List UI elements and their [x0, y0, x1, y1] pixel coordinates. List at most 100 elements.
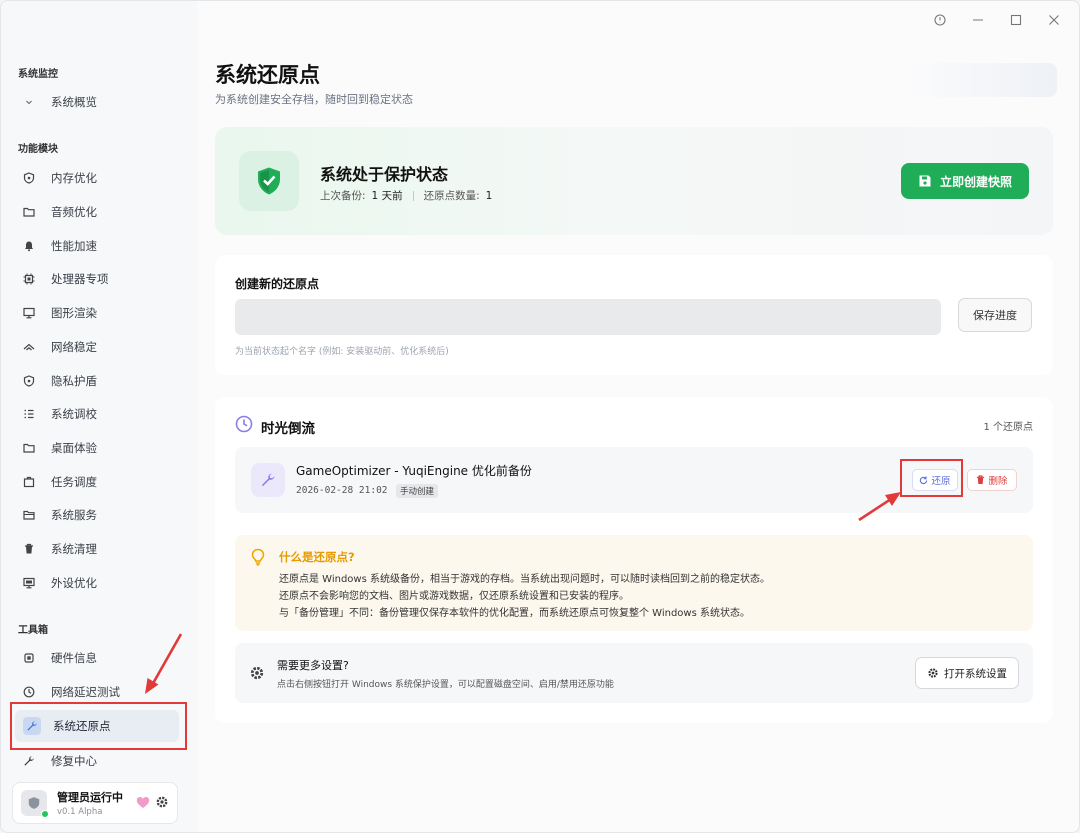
sidebar-item-cleanup[interactable]: 系统清理 [21, 536, 181, 562]
sidebar-item-audio[interactable]: 音频优化 [21, 199, 181, 225]
sidebar-item-label: 网络延迟测试 [51, 685, 120, 699]
shield-check-icon [258, 167, 280, 195]
info-box: 什么是还原点? 还原点是 Windows 系统级备份，相当于游戏的存档。当系统出… [235, 535, 1033, 631]
sidebar-item-label: 任务调度 [51, 475, 97, 489]
settings-description: 点击右侧按钮打开 Windows 系统保护设置，可以配置磁盘空间、启用/禁用还原… [277, 680, 614, 690]
sidebar-item-desktop[interactable]: 桌面体验 [21, 435, 181, 461]
sidebar-item-label: 处理器专项 [51, 272, 109, 286]
sidebar-item-label: 音频优化 [51, 205, 97, 219]
cpu-icon [21, 271, 37, 287]
sidebar-item-graphics[interactable]: 图形渲染 [21, 300, 181, 326]
create-snapshot-label: 立即创建快照 [939, 174, 1012, 189]
sidebar-item-overview[interactable]: 系统概览 [21, 89, 181, 115]
page-title: 系统还原点 [215, 63, 320, 87]
user-card[interactable]: 管理员运行中 v0.1 Alpha [12, 782, 178, 824]
divider [412, 190, 414, 201]
sidebar-item-memory[interactable]: 内存优化 [21, 165, 181, 191]
sidebar-item-services[interactable]: 系统服务 [21, 502, 181, 528]
gear-icon [928, 668, 938, 678]
shield-icon [21, 373, 37, 389]
sidebar-item-label: 桌面体验 [51, 441, 97, 455]
create-snapshot-button[interactable]: 立即创建快照 [901, 163, 1029, 199]
header-placeholder [907, 63, 1057, 97]
user-status-text: 管理员运行中 [57, 791, 123, 804]
folder-icon [21, 440, 37, 456]
save-icon [919, 175, 931, 187]
section-title-modules: 功能模块 [18, 144, 58, 155]
shield-icon [28, 797, 40, 809]
monitor-icon [21, 305, 37, 321]
sidebar-item-label: 外设优化 [51, 576, 97, 590]
sidebar-item-label: 系统概览 [51, 95, 97, 109]
annotation-arrow [858, 492, 901, 522]
folder-icon [21, 507, 37, 523]
more-settings-box: 需要更多设置? 点击右侧按钮打开 Windows 系统保护设置，可以配置磁盘空间… [235, 643, 1033, 703]
sidebar-item-performance[interactable]: 性能加速 [21, 233, 181, 259]
status-title: 系统处于保护状态 [320, 165, 449, 184]
sidebar-item-network[interactable]: 网络稳定 [21, 334, 181, 360]
last-backup-label: 上次备份: [320, 190, 366, 202]
create-restore-point-card: 创建新的还原点 保存进度 为当前状态起个名字 (例如: 安装驱动前、优化系统后) [215, 255, 1053, 375]
protection-status-card: 系统处于保护状态 上次备份: 1 天前 还原点数量: 1 立即创建快照 [215, 127, 1053, 235]
chip-icon [21, 650, 37, 666]
sidebar: 系统监控 系统概览 功能模块 内存优化 音频优化 性能加速 处理器专项 图形渲染 [1, 1, 197, 832]
main-content: 系统还原点 为系统创建安全存档，随时回到稳定状态 系统处于保护状态 上次备份: … [197, 1, 1079, 832]
open-system-settings-label: 打开系统设置 [944, 667, 1007, 680]
restore-point-item: GameOptimizer - YuqiEngine 优化前备份 2026-02… [235, 447, 1033, 513]
list-icon [21, 406, 37, 422]
save-progress-button[interactable]: 保存进度 [958, 298, 1032, 332]
briefcase-icon [21, 474, 37, 490]
sidebar-item-label: 修复中心 [51, 754, 97, 768]
timeline-card: 时光倒流 1 个还原点 GameOptimizer - YuqiEngine 优… [215, 397, 1053, 723]
status-meta: 上次备份: 1 天前 还原点数量: 1 [320, 188, 492, 203]
timeline-title: 时光倒流 [261, 421, 315, 437]
create-card-title: 创建新的还原点 [235, 277, 320, 291]
restore-point-count: 1 个还原点 [983, 422, 1033, 433]
restore-point-name-input[interactable] [235, 299, 941, 335]
input-hint: 为当前状态起个名字 (例如: 安装驱动前、优化系统后) [235, 347, 449, 357]
info-line: 还原点是 Windows 系统级备份，相当于游戏的存档。当系统出现问题时，可以随… [279, 574, 770, 585]
sidebar-item-privacy[interactable]: 隐私护盾 [21, 368, 181, 394]
sidebar-item-label: 系统清理 [51, 542, 97, 556]
sidebar-item-label: 硬件信息 [51, 651, 97, 665]
sidebar-item-label: 性能加速 [51, 239, 97, 253]
delete-button[interactable]: 删除 [967, 469, 1017, 491]
sidebar-item-label: 网络稳定 [51, 340, 97, 354]
settings-title: 需要更多设置? [277, 659, 349, 672]
clock-icon [21, 684, 37, 700]
annotation-highlight-box [900, 459, 963, 497]
sidebar-item-label: 系统服务 [51, 508, 97, 522]
app-window: 系统监控 系统概览 功能模块 内存优化 音频优化 性能加速 处理器专项 图形渲染 [0, 0, 1080, 833]
sidebar-item-tuning[interactable]: 系统调校 [21, 401, 181, 427]
restore-point-name: GameOptimizer - YuqiEngine 优化前备份 [296, 464, 532, 478]
trash-icon [977, 475, 985, 485]
heart-icon[interactable] [136, 794, 150, 813]
monitor-icon [21, 575, 37, 591]
open-system-settings-button[interactable]: 打开系统设置 [915, 657, 1019, 689]
sidebar-item-repair[interactable]: 修复中心 [21, 748, 181, 774]
shield-badge [239, 151, 299, 211]
restore-point-date: 2026-02-28 21:02 [296, 485, 388, 496]
trash-icon [21, 541, 37, 557]
annotation-highlight-box [10, 702, 187, 750]
sidebar-item-tasks[interactable]: 任务调度 [21, 469, 181, 495]
clock-icon [235, 415, 253, 433]
gear-icon [250, 666, 264, 680]
sidebar-item-label: 内存优化 [51, 171, 97, 185]
sidebar-item-peripherals[interactable]: 外设优化 [21, 570, 181, 596]
info-line: 与「备份管理」不同：备份管理仅保存本软件的优化配置，而系统还原点可恢复整个 Wi… [279, 608, 750, 619]
restore-count-value: 1 [485, 189, 493, 202]
section-title-monitor: 系统监控 [18, 69, 58, 80]
chevron-down-icon [21, 94, 37, 110]
annotation-arrow [145, 633, 183, 694]
avatar [21, 790, 49, 818]
sidebar-item-label: 图形渲染 [51, 306, 97, 320]
gear-icon[interactable] [155, 794, 169, 813]
sidebar-item-label: 系统调校 [51, 407, 97, 421]
sidebar-item-cpu[interactable]: 处理器专项 [21, 266, 181, 292]
sidebar-item-label: 隐私护盾 [51, 374, 97, 388]
info-line: 还原点不会影响您的文档、图片或游戏数据，仅还原系统设置和已安装的程序。 [279, 591, 629, 602]
info-title: 什么是还原点? [279, 550, 355, 564]
bell-icon [21, 238, 37, 254]
lightbulb-icon [251, 548, 265, 566]
